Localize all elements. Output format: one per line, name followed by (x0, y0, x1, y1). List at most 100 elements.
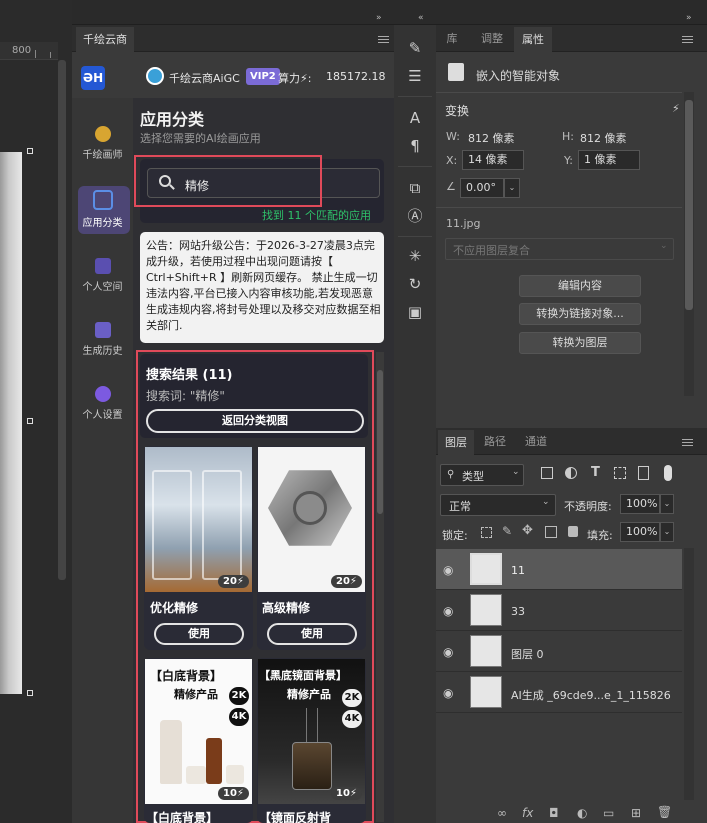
tab-properties[interactable]: 属性 (514, 27, 552, 52)
visibility-eye-icon[interactable]: ◉ (443, 686, 453, 700)
collapse-arrows-icon[interactable]: » (376, 13, 382, 23)
compute-label: 算力⚡: (278, 72, 312, 85)
transform-handle[interactable] (27, 418, 33, 424)
y-label: Y: (564, 154, 573, 167)
collapse-right-arrows-icon[interactable]: » (686, 13, 692, 23)
properties-scroll-thumb[interactable] (685, 100, 693, 310)
transform-handle[interactable] (27, 690, 33, 696)
lock-transparent-icon[interactable] (481, 527, 492, 538)
clone-source-icon[interactable]: ⧉ (404, 178, 426, 198)
opacity-dropdown[interactable]: ⌄ (660, 494, 674, 514)
extension-icon[interactable]: ▣ (404, 302, 426, 322)
link-icon[interactable]: ⚡ (672, 102, 680, 115)
filter-pixel-icon[interactable] (541, 467, 553, 479)
layer-thumbnail (470, 553, 502, 585)
angle-field[interactable]: 0.00° (460, 178, 504, 198)
card-image-glass (202, 470, 242, 580)
text-tool-icon[interactable]: A (404, 108, 426, 128)
visibility-eye-icon[interactable]: ◉ (443, 563, 453, 577)
tool-divider (398, 166, 432, 167)
card-title: 优化精修 (150, 601, 199, 615)
fx-icon[interactable]: fx (522, 806, 533, 820)
filter-shape-icon[interactable] (614, 467, 626, 479)
y-field[interactable]: 1 像素 (578, 150, 640, 170)
user-avatar[interactable] (146, 67, 164, 85)
add-mask-icon[interactable]: ◘ (549, 806, 559, 820)
lock-position-icon[interactable]: ✥ (522, 523, 533, 538)
tool-divider (398, 96, 432, 97)
brush-tool-icon[interactable]: ✎ (404, 38, 426, 58)
panel-menu-icon[interactable] (378, 36, 389, 43)
results-scroll-thumb[interactable] (377, 370, 383, 514)
filter-type-icon[interactable]: T (591, 465, 600, 480)
painter-icon (94, 126, 111, 142)
filter-toggle[interactable] (664, 465, 672, 481)
convert-to-linked-button[interactable]: 转换为链接对象... (519, 303, 641, 325)
tab-plugin[interactable]: 千绘云商 (76, 27, 134, 52)
nav-item-painter[interactable]: 千绘画师 (72, 126, 133, 161)
chevron-down-icon: ⌄ (512, 467, 520, 477)
angle-icon: ∠ (446, 180, 456, 193)
nav-item-history[interactable]: 生成历史 (72, 322, 133, 357)
nav-item-categories[interactable]: 应用分类 (72, 190, 133, 229)
layer-thumbnail (470, 594, 502, 626)
results-query: 搜索词: "精修" (146, 389, 225, 403)
opacity-field[interactable]: 100% (620, 494, 660, 514)
paragraph-icon[interactable]: ¶ (404, 136, 426, 156)
cost-badge: 10⚡ (218, 787, 249, 800)
convert-to-layer-button[interactable]: 转换为图层 (519, 332, 641, 354)
new-layer-icon[interactable]: ⊞ (631, 806, 641, 820)
transform-handle[interactable] (27, 148, 33, 154)
nav-label: 千绘画师 (82, 150, 123, 161)
link-layers-icon[interactable]: ∞ (497, 806, 507, 820)
tab-adjustments[interactable]: 调整 (474, 25, 510, 52)
filter-smartobject-icon[interactable] (638, 466, 649, 480)
layer-comp-placeholder: 不应用图层复合 (453, 244, 530, 257)
nav-item-settings[interactable]: 个人设置 (72, 386, 133, 421)
ruler-tick (50, 52, 51, 58)
tab-paths[interactable]: 路径 (478, 428, 512, 455)
panel-menu-icon[interactable] (682, 36, 693, 43)
card-image-glass (152, 470, 192, 580)
results-title: 搜索结果 (11) (146, 368, 233, 383)
adjustment-layer-icon[interactable]: ◐ (577, 806, 587, 820)
history-brush-icon[interactable]: ↻ (404, 274, 426, 294)
character-style-icon[interactable]: Ⓐ (404, 206, 426, 226)
diffuser-sticks (306, 708, 318, 744)
adjust-sliders-icon[interactable]: ☰ (404, 66, 426, 86)
panel-menu-icon[interactable] (682, 439, 693, 446)
magic-wand-icon[interactable]: ✳ (404, 246, 426, 266)
expand-arrows-icon[interactable]: « (418, 13, 424, 23)
fill-dropdown[interactable]: ⌄ (660, 522, 674, 542)
visibility-eye-icon[interactable]: ◉ (443, 604, 453, 618)
layer-name: AI生成 _69cde9...e_1_115826 (511, 689, 671, 702)
x-field[interactable]: 14 像素 (462, 150, 524, 170)
edit-contents-button[interactable]: 编辑内容 (519, 275, 641, 297)
back-to-categories-button[interactable]: 返回分类视图 (146, 409, 364, 433)
group-folder-icon[interactable]: ▭ (603, 806, 614, 820)
card-title: 高级精修 (262, 601, 311, 615)
diffuser-bottle (292, 742, 332, 790)
nav-item-space[interactable]: 个人空间 (72, 258, 133, 293)
use-button[interactable]: 使用 (154, 623, 244, 645)
lock-all-icon[interactable] (568, 526, 578, 537)
fill-field[interactable]: 100% (620, 522, 660, 542)
card-image-title: 【白底背景】 (150, 669, 223, 683)
filter-adjustment-icon[interactable] (565, 467, 577, 479)
layers-scrollbar[interactable] (684, 548, 694, 800)
visibility-eye-icon[interactable]: ◉ (443, 645, 453, 659)
delete-layer-icon[interactable]: 🗑 (657, 805, 672, 819)
filter-label: 类型 (462, 470, 484, 483)
use-button[interactable]: 使用 (267, 623, 357, 645)
chevron-down-icon: ⌄ (660, 241, 668, 251)
tab-layers[interactable]: 图层 (438, 430, 474, 455)
lock-pixels-icon[interactable]: ✎ (502, 524, 512, 538)
settings-icon (94, 386, 111, 402)
tab-channels[interactable]: 通道 (518, 428, 554, 455)
angle-dropdown[interactable]: ⌄ (504, 178, 520, 198)
tab-library[interactable]: 库 (438, 25, 466, 52)
res-badge-4k: 4K (342, 710, 362, 728)
layers-tabbar (436, 428, 707, 455)
canvas-scrollbar[interactable] (58, 60, 66, 580)
lock-artboard-icon[interactable] (545, 526, 557, 538)
